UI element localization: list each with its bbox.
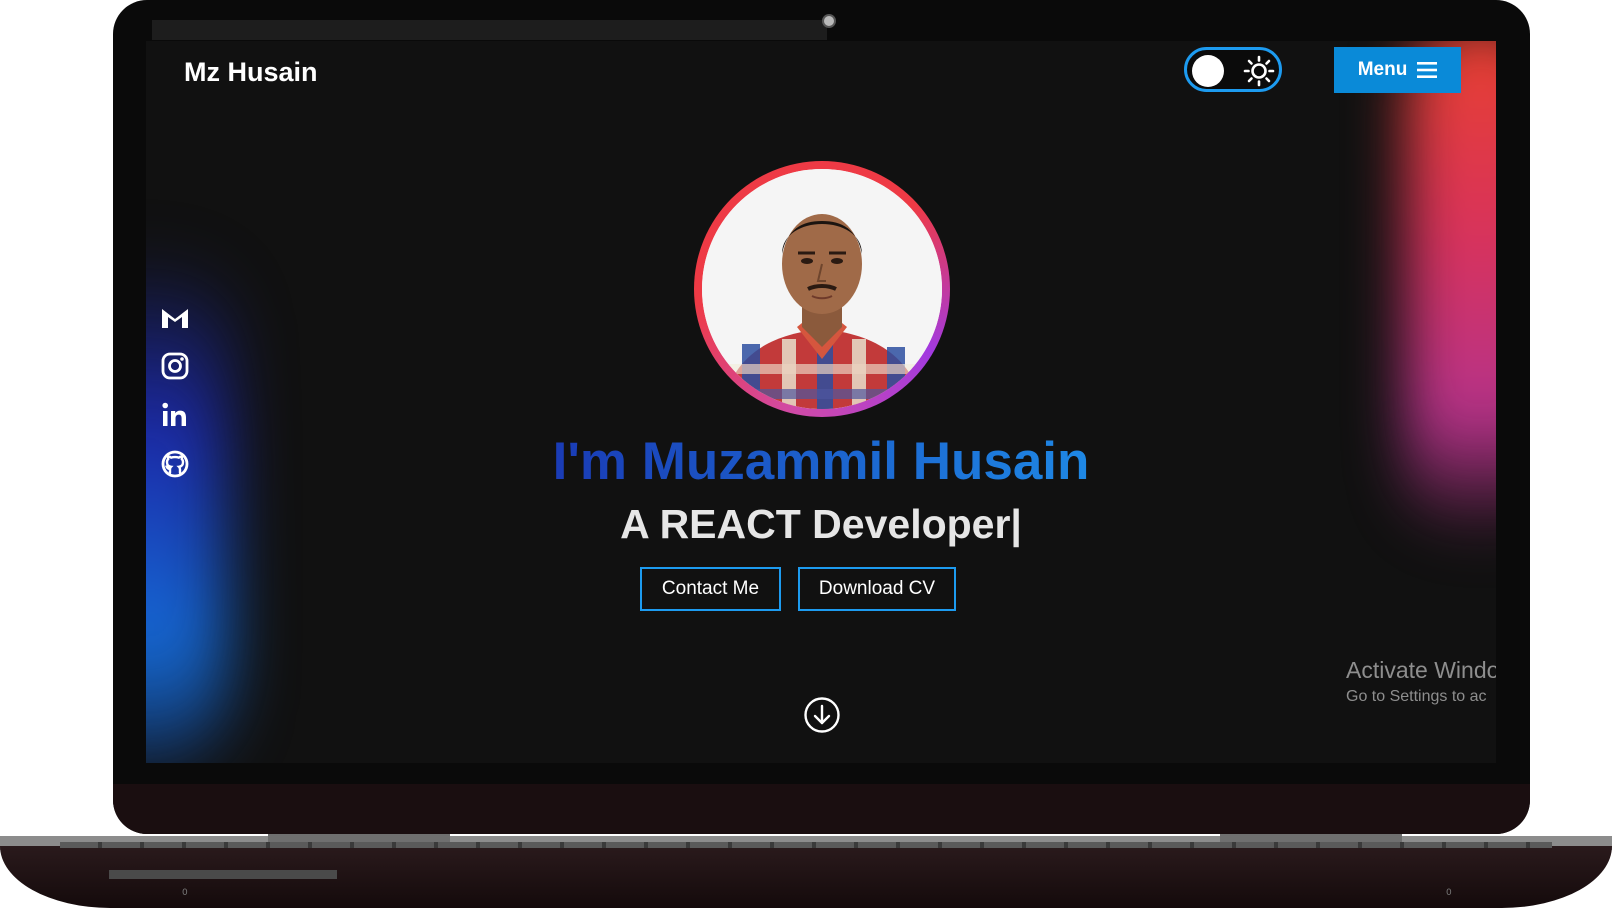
menu-button[interactable]: Menu [1334, 47, 1461, 93]
watermark-line2: Go to Settings to ac [1346, 688, 1487, 705]
hamburger-icon [1417, 62, 1438, 78]
sun-icon [1243, 55, 1275, 87]
theme-toggle[interactable] [1184, 47, 1282, 92]
hero-role: A REACT Developer| [620, 501, 1022, 547]
download-cv-button[interactable]: Download CV [798, 567, 956, 611]
menu-label: Menu [1357, 59, 1408, 80]
laptop-chin [113, 784, 1530, 834]
instagram-icon[interactable] [160, 351, 190, 381]
site-logo[interactable]: Mz Husain [184, 57, 318, 88]
toggle-knob [1192, 55, 1224, 87]
hero-name: I'm Muzammil Husain [146, 431, 1496, 492]
gmail-icon[interactable] [160, 303, 190, 333]
trackpad-edge [109, 870, 337, 879]
camera-bar [152, 20, 827, 40]
scroll-down-icon[interactable] [803, 696, 841, 734]
profile-photo [702, 169, 942, 409]
watermark-line1: Activate Windo [1346, 657, 1496, 683]
windows-activation-watermark: Activate Windo Go to Settings to ac [1346, 657, 1496, 706]
footer-mark-left: 0 [182, 888, 188, 898]
profile-avatar-ring [694, 161, 950, 417]
keyboard-strip [60, 842, 1552, 848]
browser-screen: Mz Husain Menu I'm Muzammil Husain A REA… [146, 41, 1496, 763]
footer-mark-right: 0 [1446, 888, 1452, 898]
contact-button[interactable]: Contact Me [640, 567, 781, 611]
linkedin-icon[interactable] [160, 400, 190, 430]
webcam-icon [822, 14, 836, 28]
profile-avatar [702, 169, 942, 409]
